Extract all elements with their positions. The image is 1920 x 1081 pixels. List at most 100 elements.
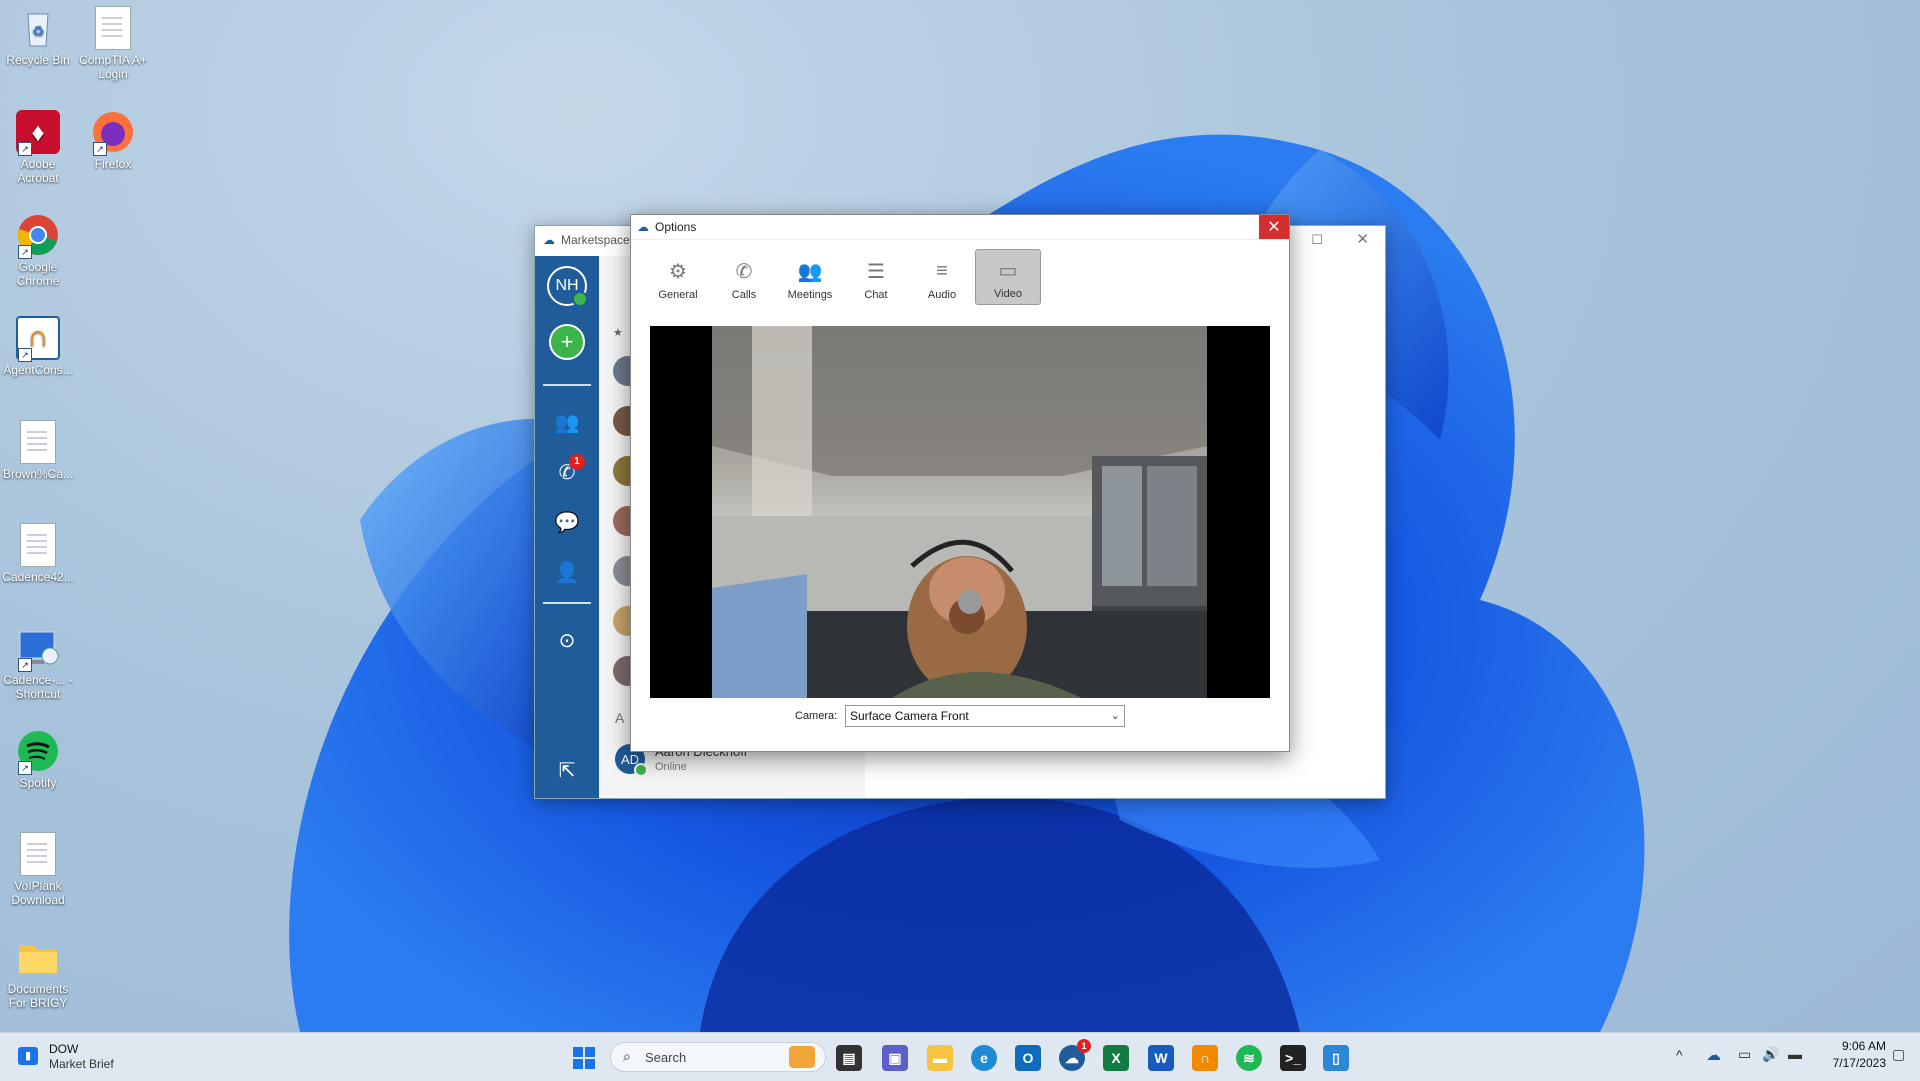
desktop-icon-label: Adobe Acrobat	[17, 157, 59, 185]
desktop-icon-comptia[interactable]: CompTIA A+ Login	[76, 6, 150, 81]
agent-console-icon[interactable]: ∩	[1192, 1045, 1218, 1071]
voicemail-nav-icon[interactable]: ⊙	[547, 620, 587, 660]
desktop-icon-label: Cadence-... - Shortcut	[3, 673, 73, 701]
rail-divider	[543, 384, 591, 386]
start-windows-icon[interactable]	[571, 1045, 597, 1071]
onedrive-badge: 1	[1077, 1039, 1091, 1053]
notifications-icon[interactable]: ▢	[1892, 1046, 1905, 1063]
taskbar-search[interactable]: ⌕ Search	[610, 1042, 826, 1072]
options-close-button[interactable]: ✕	[1259, 215, 1289, 239]
desktop-icon-label: Documents For BRIGY	[7, 982, 69, 1010]
desktop-icon-agentconsole[interactable]: ∩ ↗ AgentCons...	[1, 316, 75, 377]
favorites-star-icon: ★	[613, 327, 623, 339]
tab-meetings[interactable]: 👥 Meetings	[777, 249, 843, 305]
tray-onedrive-icon[interactable]: ☁	[1706, 1046, 1721, 1064]
gear-icon: ⚙	[669, 260, 687, 283]
spotify-icon: ↗	[16, 729, 60, 775]
desktop-icon-recycle-bin[interactable]: ♻ Recycle Bin	[1, 6, 75, 67]
desktop-icon-brown-file[interactable]: Brown%Ca...	[1, 420, 75, 481]
camera-preview	[650, 326, 1270, 698]
volume-icon[interactable]: 🔊	[1762, 1046, 1779, 1063]
svg-text:♻: ♻	[32, 23, 45, 39]
meetings-icon: 👥	[797, 260, 823, 283]
options-dialog: ☁ Options ✕ ⚙ General ✆ Calls 👥 Meetings ☰ C…	[630, 214, 1290, 752]
calls-nav-icon[interactable]: ✆ 1	[547, 452, 587, 492]
desktop-icon-cadence-shortcut[interactable]: ↗ Cadence-... - Shortcut	[1, 626, 75, 701]
desktop-icon-label: Spotify	[19, 776, 57, 790]
shortcut-arrow-icon: ↗	[18, 658, 32, 672]
calls-badge: 1	[569, 454, 585, 470]
taskbar: ▮ DOW Market Brief ⌕ Search ▤ ▣ ▬ e O ☁ …	[0, 1032, 1920, 1081]
tab-label: General	[658, 289, 698, 301]
recycle-bin-icon: ♻	[16, 6, 60, 50]
document-icon	[91, 6, 135, 50]
app-cloud-icon: ☁	[543, 233, 555, 247]
desktop-icon-cadence-file[interactable]: Cadence42...	[1, 523, 75, 584]
video-camera-icon: ▭	[998, 259, 1018, 282]
directory-nav-icon[interactable]: 👤	[547, 552, 587, 592]
contact-status: Online	[655, 761, 687, 773]
word-icon[interactable]: W	[1148, 1045, 1174, 1071]
file-explorer-icon[interactable]: ▬	[927, 1045, 953, 1071]
terminal-icon[interactable]: >_	[1280, 1045, 1306, 1071]
user-avatar[interactable]: NH	[547, 266, 588, 307]
maximize-button[interactable]: ☐	[1311, 232, 1323, 248]
options-tabs: ⚙ General ✆ Calls 👥 Meetings ☰ Chat ≡ Audio ▭…	[645, 249, 1041, 309]
tab-label: Meetings	[787, 289, 833, 301]
outlook-icon[interactable]: O	[1015, 1045, 1041, 1071]
sign-out-icon[interactable]: ⇱	[547, 750, 587, 790]
app-cloud-icon: ☁	[637, 220, 649, 234]
contacts-nav-icon[interactable]: 👥	[547, 402, 587, 442]
online-status-icon	[572, 291, 588, 307]
tray-chevron-icon[interactable]: ^	[1676, 1047, 1683, 1063]
desktop-icon-adobe-acrobat[interactable]: ♦ ↗ Adobe Acrobat	[1, 110, 75, 185]
section-letter: A	[615, 710, 625, 726]
options-titlebar: ☁ Options	[631, 215, 1289, 240]
desktop-icon-google-chrome[interactable]: ↗ Google Chrome	[1, 213, 75, 288]
teams-icon[interactable]: ▣	[882, 1045, 908, 1071]
window-close-button[interactable]: ✕	[1356, 230, 1369, 248]
desktop-icon-label: AgentCons...	[3, 363, 73, 377]
desktop-icon-label: VoIPlank Download	[11, 879, 65, 907]
battery-icon[interactable]: ▬	[1788, 1046, 1802, 1062]
search-icon: ⌕	[623, 1048, 631, 1064]
onedrive-icon[interactable]: ☁ 1	[1059, 1039, 1091, 1071]
chevron-down-icon: ⌄	[1110, 710, 1120, 722]
document-icon	[16, 832, 60, 876]
tab-audio[interactable]: ≡ Audio	[909, 249, 975, 305]
camera-select[interactable]: Surface Camera Front ⌄	[845, 705, 1125, 727]
widgets-button[interactable]: ▮ DOW Market Brief	[16, 1041, 136, 1073]
excel-icon[interactable]: X	[1103, 1045, 1129, 1071]
rail-divider	[543, 602, 591, 604]
desktop-icon-firefox[interactable]: ↗ Firefox	[76, 110, 150, 171]
remote-app-icon[interactable]: ▯	[1323, 1045, 1349, 1071]
desktop-icon-label: Brown%Ca...	[2, 467, 74, 481]
tab-label: Video	[994, 288, 1022, 300]
desktop-icon-spotify[interactable]: ↗ Spotify	[1, 729, 75, 790]
options-title: Options	[655, 220, 697, 234]
chrome-icon: ↗	[16, 213, 60, 259]
network-icon[interactable]: ▭	[1738, 1046, 1751, 1063]
document-icon	[16, 523, 60, 567]
new-action-button[interactable]: +	[549, 324, 585, 360]
shortcut-arrow-icon: ↗	[18, 142, 32, 156]
desktop-icon-documents-folder[interactable]: Documents For BRIGY	[1, 935, 75, 1010]
widget-title: DOW	[49, 1042, 79, 1056]
desktop-icon-voiplank[interactable]: VoIPlank Download	[1, 832, 75, 907]
task-view-icon[interactable]: ▤	[836, 1045, 862, 1071]
spotify-icon[interactable]: ≋	[1236, 1045, 1262, 1071]
tab-general[interactable]: ⚙ General	[645, 249, 711, 305]
tab-chat[interactable]: ☰ Chat	[843, 249, 909, 305]
chat-nav-icon[interactable]: 💬	[547, 502, 587, 542]
folder-icon	[16, 935, 60, 979]
acrobat-icon: ♦ ↗	[16, 110, 60, 156]
edge-icon[interactable]: e	[971, 1045, 997, 1071]
firefox-icon: ↗	[91, 110, 135, 156]
widget-subtitle: Market Brief	[49, 1057, 114, 1071]
clock[interactable]: 9:06 AM 7/17/2023	[1810, 1039, 1886, 1070]
shortcut-arrow-icon: ↗	[18, 245, 32, 259]
tab-calls[interactable]: ✆ Calls	[711, 249, 777, 305]
tab-video[interactable]: ▭ Video	[975, 249, 1041, 305]
search-placeholder: Search	[645, 1050, 687, 1065]
desktop-icon-label: Cadence42...	[2, 570, 74, 584]
